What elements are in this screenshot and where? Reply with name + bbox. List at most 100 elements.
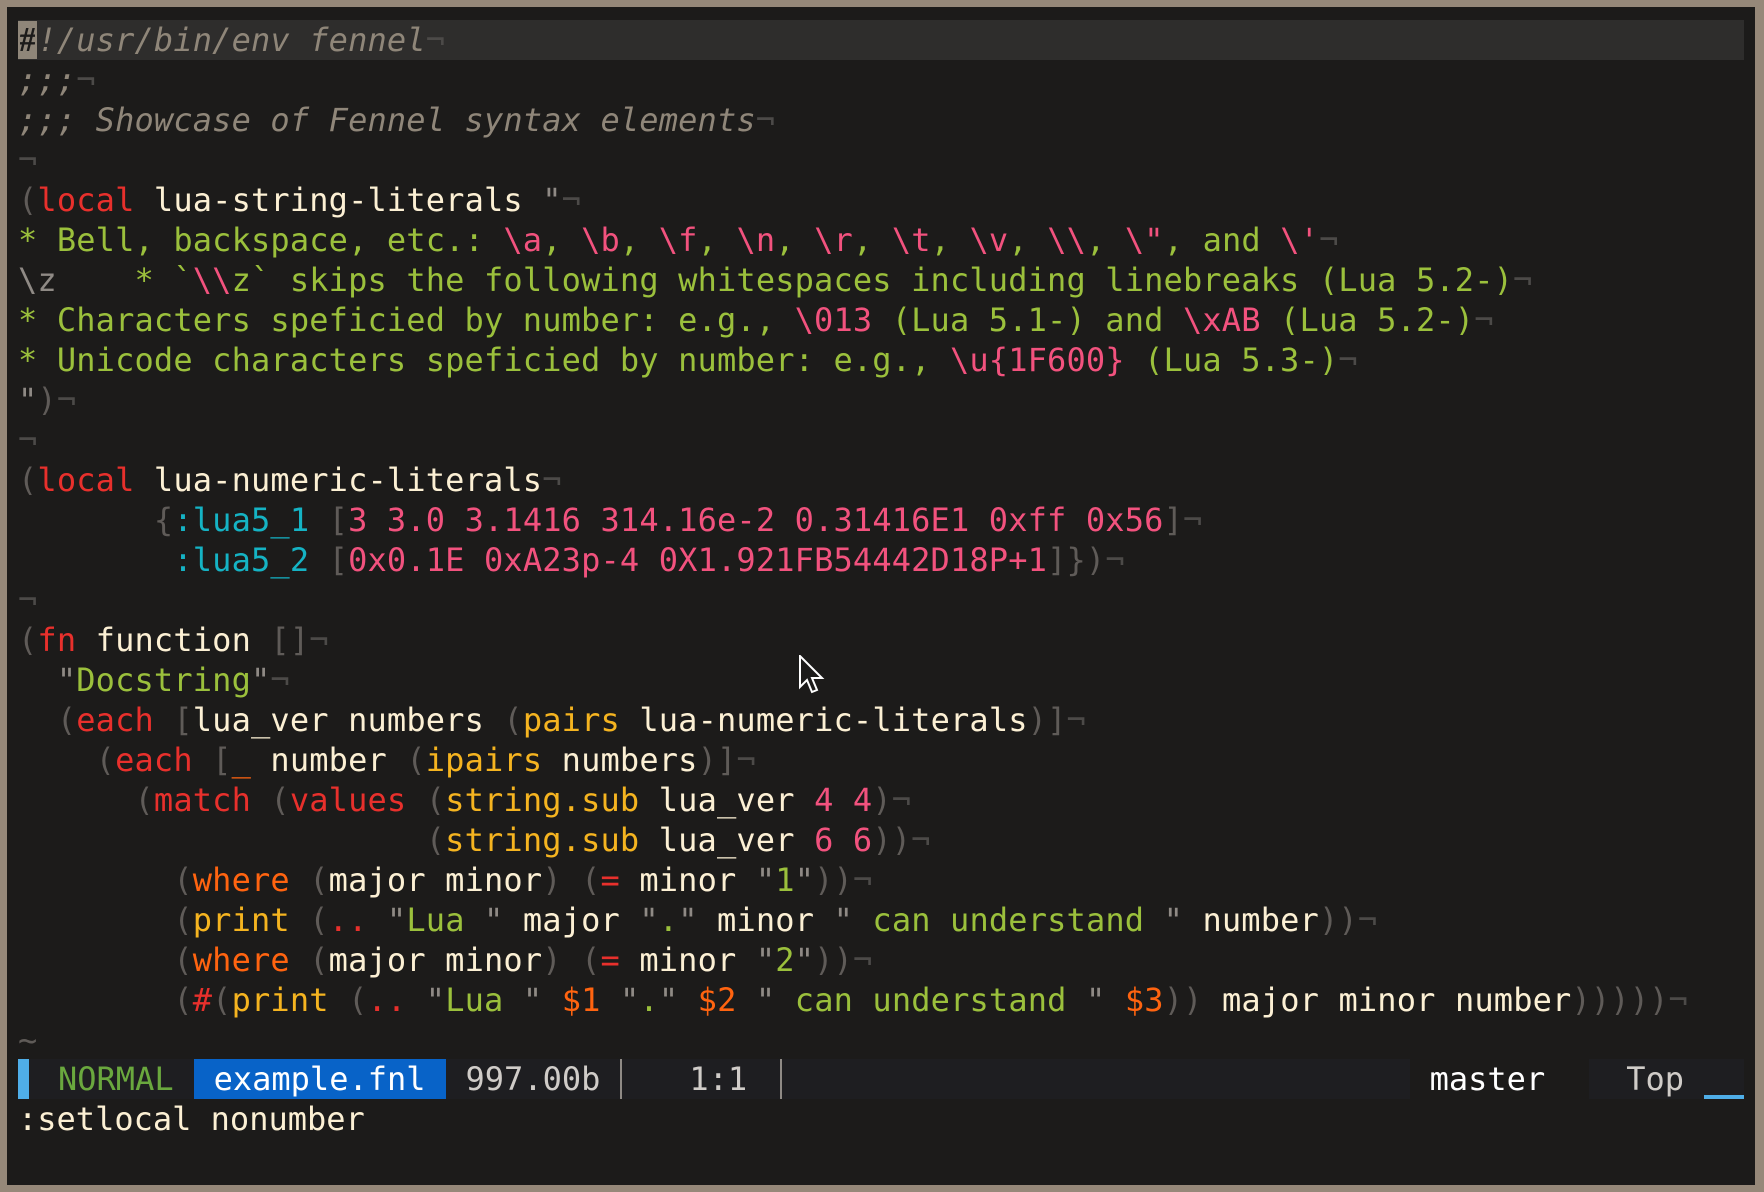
code-token: lua-numeric-literals [619,701,1028,739]
code-token: " [755,941,776,979]
code-line[interactable]: (local lua-string-literals "¬ [18,180,1744,220]
code-line[interactable]: * Characters speficied by number: e.g., … [18,300,1744,340]
code-token: pairs [522,701,620,739]
code-token: Docstring [76,661,251,699]
code-token: (Lua 5.2-) [1260,301,1475,339]
code-token: [ [309,541,349,579]
status-spacer [782,1059,1410,1099]
code-line[interactable]: (string.sub lua_ver 6 6))¬ [18,820,1744,860]
code-token: local [37,181,135,219]
code-line[interactable]: ;;; Showcase of Fennel syntax elements¬ [18,100,1744,140]
eol-marker: ¬ [1357,901,1378,939]
code-token: " [18,661,77,699]
code-token: !/usr/bin/env fennel [37,21,426,59]
code-token: . [639,981,659,1019]
eol-marker: ¬ [852,861,873,899]
code-token: ipairs [425,741,543,779]
eol-marker: ¬ [1513,261,1533,299]
code-line[interactable]: * Bell, backspace, etc.: \a, \b, \f, \n,… [18,220,1744,260]
code-token: " [755,861,776,899]
code-token: can understand [775,981,1087,1019]
code-line[interactable]: (each [lua_ver numbers (pairs lua-numeri… [18,700,1744,740]
code-line[interactable]: ;;;¬ [18,60,1744,100]
eol-marker: ¬ [56,381,77,419]
code-line[interactable]: ")¬ [18,380,1744,420]
code-token: string.sub [445,821,640,859]
command-line[interactable]: :setlocal nonumber [18,1099,365,1139]
code-token: ]}) [1047,541,1106,579]
cursor-position: 1:1 [689,1060,748,1098]
code-line[interactable]: * Unicode characters speficied by number… [18,340,1744,380]
code-line[interactable]: (match (values (string.sub lua_ver 4 4)¬ [18,780,1744,820]
code-line[interactable]: :lua5_2 [0x0.1E 0xA23p-4 0X1.921FB54442D… [18,540,1744,580]
code-token: , [1086,221,1125,259]
eol-marker: ¬ [309,621,329,659]
code-line[interactable]: ¬ [18,420,1744,460]
code-token: ( [18,821,446,859]
code-token: \v [969,221,1009,259]
code-token: \a [503,221,543,259]
code-token: minor [619,861,756,899]
eol-marker: ¬ [1319,221,1339,259]
code-line[interactable]: \z * `\\z` skips the following whitespac… [18,260,1744,300]
eol-marker: ¬ [1668,981,1688,1019]
code-token: [ [153,701,193,739]
code-line[interactable]: (each [_ number (ipairs numbers)]¬ [18,740,1744,780]
code-token: (Lua 5.1-) and [872,301,1183,339]
code-line[interactable]: #!/usr/bin/env fennel¬ [18,20,1744,60]
code-token: can understand [852,901,1164,939]
code-token: function [76,621,271,659]
eol-marker: ¬ [425,21,446,59]
code-token: ;;; Showcase of Fennel syntax elements [18,101,756,139]
eol-marker: ¬ [1474,301,1494,339]
eol-marker: ¬ [755,101,776,139]
code-token: ( [251,781,290,819]
code-token: 3 3.0 3.1416 314.16e-2 0.31416E1 0xff 0x… [348,501,1164,539]
empty-line: ~ [18,1020,1744,1060]
code-token: ( [18,181,38,219]
code-token: ) ( [542,941,601,979]
code-line[interactable]: (#(print (.. "Lua " $1 "." $2 " can unde… [18,980,1744,1020]
code-token: ( [18,941,193,979]
code-token: \f [658,221,698,259]
code-token: [] [270,621,310,659]
code-token: ] [1163,501,1183,539]
editor-buffer[interactable]: #!/usr/bin/env fennel¬ ;;;¬;;; Showcase o… [18,20,1744,1060]
eol-marker: ¬ [76,61,96,99]
code-token: * ` [134,261,193,299]
code-line[interactable]: (print (.. "Lua " major "." minor " can … [18,900,1744,940]
code-line[interactable]: ¬ [18,140,1744,180]
eol-marker: ¬ [1066,701,1086,739]
code-line[interactable]: ¬ [18,580,1744,620]
code-line[interactable]: (local lua-numeric-literals¬ [18,460,1744,500]
scrollbar-indicator [1704,1059,1744,1099]
code-token: ))))) [1571,981,1669,1019]
code-token: where [192,941,290,979]
code-token: . [658,901,679,939]
code-token: \\ [192,261,232,299]
code-token: ( [289,861,329,899]
mode-indicator-bar [18,1059,29,1099]
code-token: * Unicode characters speficied by number… [18,341,950,379]
terminal-window[interactable]: #!/usr/bin/env fennel¬ ;;;¬;;; Showcase o… [7,7,1755,1185]
code-token: ( [328,981,368,1019]
code-token: " [600,981,640,1019]
code-token: " [251,661,271,699]
code-token: ) ( [542,861,601,899]
code-line[interactable]: "Docstring"¬ [18,660,1744,700]
code-token: _ [231,741,252,779]
code-token: " [484,901,504,939]
code-token: \\ [1047,221,1087,259]
code-line[interactable]: (where (major minor) (= minor "2"))¬ [18,940,1744,980]
code-token: ( [503,701,523,739]
eol-marker: ¬ [18,141,38,179]
code-line[interactable]: (where (major minor) (= minor "1"))¬ [18,860,1744,900]
code-line[interactable]: {:lua5_1 [3 3.0 3.1416 314.16e-2 0.31416… [18,500,1744,540]
code-token: 2 [775,941,795,979]
code-token: each [76,701,154,739]
code-token: 0x0.1E 0xA23p-4 0X1.921FB54442D18P+1 [348,541,1048,579]
code-token: lua_ver numbers [192,701,504,739]
code-token: ( [18,861,193,899]
code-line[interactable]: (fn function []¬ [18,620,1744,660]
